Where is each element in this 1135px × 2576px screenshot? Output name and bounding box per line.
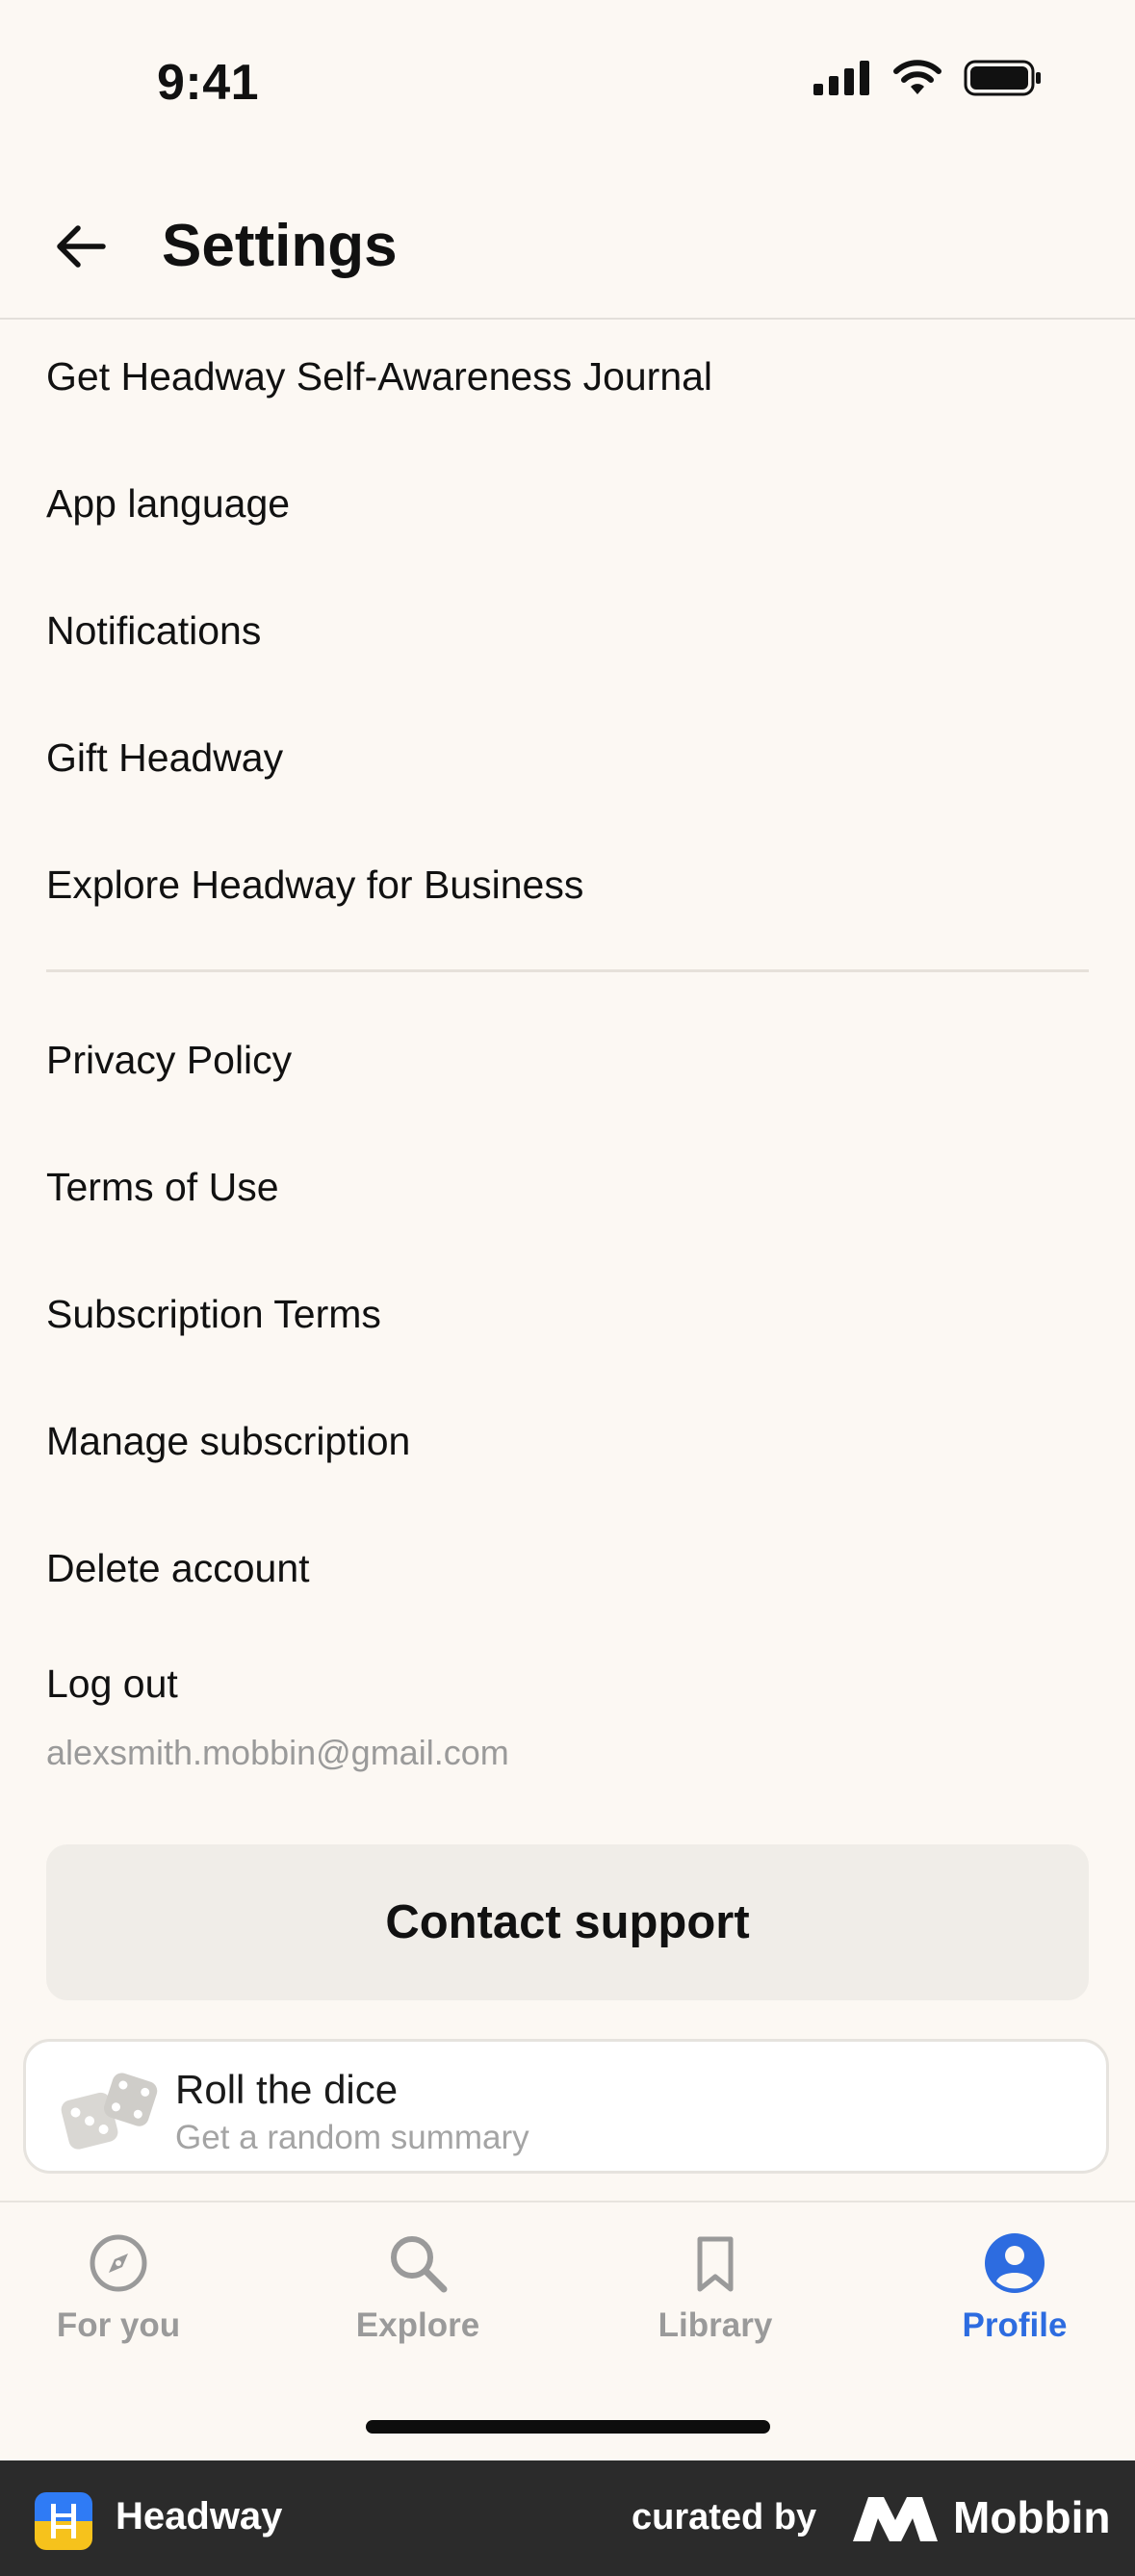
status-time: 9:41 <box>157 55 260 111</box>
footer-brand: Mobbin <box>953 2492 1111 2542</box>
menu-item-gift-headway[interactable]: Gift Headway <box>46 738 283 778</box>
tab-explore[interactable]: Explore <box>293 2231 543 2345</box>
search-icon <box>391 2236 448 2293</box>
section-divider <box>46 969 1089 972</box>
footer-curated-by: curated by <box>632 2497 817 2537</box>
menu-item-business[interactable]: Explore Headway for Business <box>46 865 583 905</box>
roll-the-dice-card[interactable]: Roll the dice Get a random summary <box>23 2039 1109 2174</box>
dice-icon <box>61 2073 158 2150</box>
menu-item-journal[interactable]: Get Headway Self-Awareness Journal <box>46 357 712 397</box>
status-icons <box>813 60 1043 96</box>
wifi-icon <box>893 60 942 94</box>
tab-library[interactable]: Library <box>590 2231 840 2345</box>
profile-icon <box>985 2233 1045 2293</box>
battery-icon <box>964 60 1041 96</box>
menu-item-notifications[interactable]: Notifications <box>46 611 261 651</box>
cellular-signal-icon <box>813 61 869 95</box>
tab-label: Profile <box>962 2306 1068 2344</box>
mobbin-logo-icon <box>853 2497 938 2541</box>
tab-label: Explore <box>355 2306 480 2344</box>
dice-card-title: Roll the dice <box>175 2067 399 2112</box>
footer-app-name: Headway <box>116 2495 283 2537</box>
tab-profile[interactable]: Profile <box>890 2231 1135 2345</box>
headway-logo-icon <box>35 2492 92 2550</box>
footer-banner: Headway curated by Mobbin <box>0 2460 1135 2576</box>
menu-item-app-language[interactable]: App language <box>46 484 290 524</box>
home-indicator <box>366 2420 770 2434</box>
menu-item-log-out[interactable]: Log out <box>46 1664 178 1704</box>
menu-item-delete-account[interactable]: Delete account <box>46 1549 310 1588</box>
menu-item-terms-of-use[interactable]: Terms of Use <box>46 1168 279 1207</box>
compass-icon <box>90 2234 147 2292</box>
menu-item-privacy-policy[interactable]: Privacy Policy <box>46 1041 292 1080</box>
contact-support-button[interactable]: Contact support <box>46 1844 1089 2000</box>
menu-item-manage-subscription[interactable]: Manage subscription <box>46 1422 410 1461</box>
dice-card-subtitle: Get a random summary <box>175 2119 529 2156</box>
back-button[interactable] <box>50 216 112 277</box>
tab-label: For you <box>56 2306 181 2344</box>
arrow-left-icon <box>57 225 106 268</box>
tab-for-you[interactable]: For you <box>0 2231 244 2345</box>
tab-label: Library <box>658 2306 773 2344</box>
bookmark-icon <box>697 2236 734 2292</box>
page-title: Settings <box>162 213 398 279</box>
menu-item-subscription-terms[interactable]: Subscription Terms <box>46 1295 381 1334</box>
header: Settings <box>0 183 1135 320</box>
account-email: alexsmith.mobbin@gmail.com <box>46 1733 509 1772</box>
